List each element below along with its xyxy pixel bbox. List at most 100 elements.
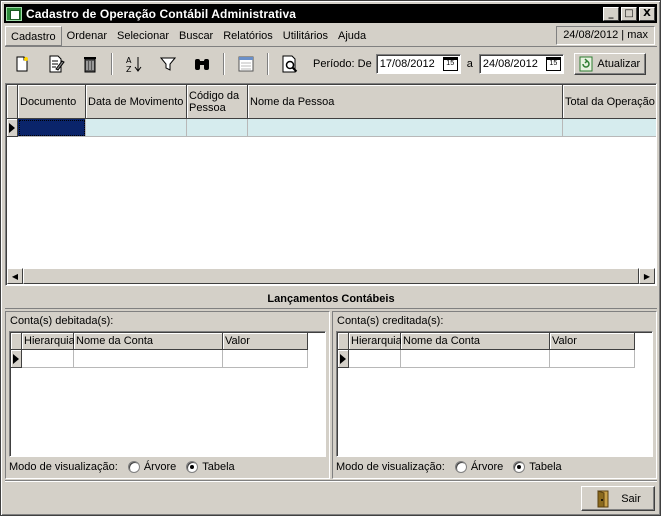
column-header[interactable]: Nome da Conta [401,333,550,350]
table-cell[interactable] [187,119,248,137]
date-from-field[interactable]: 17/08/2012 15 [375,54,461,74]
radio-circle[interactable] [127,461,140,473]
column-header[interactable]: Nome da Pessoa [248,85,563,119]
maximize-button[interactable]: □ [621,6,637,21]
column-header[interactable]: Código da Pessoa [187,85,248,119]
column-header[interactable]: Hierarquia [349,333,402,350]
table-cell[interactable] [248,119,563,137]
window-icon[interactable] [235,53,257,75]
table-cell[interactable] [86,119,187,137]
radio-tabela[interactable]: Tabela [513,461,562,473]
refresh-icon [579,56,593,72]
menu-relatorios[interactable]: Relatórios [218,26,278,46]
credit-panel: Conta(s) creditada(s): Hierarquia Nome d… [332,311,657,479]
title-bar[interactable]: Cadastro de Operação Contábil Administra… [4,4,657,23]
app-icon [6,6,22,21]
new-document-icon[interactable] [11,53,33,75]
row-indicator-icon [7,119,18,137]
radio-label: Árvore [470,461,504,473]
column-header[interactable]: Documento [18,85,86,119]
refresh-button[interactable]: Atualizar [573,53,646,75]
radio-arvore[interactable]: Árvore [127,461,177,473]
menu-bar: Cadastro Ordenar Selecionar Buscar Relat… [5,25,657,47]
credit-accounts-grid[interactable]: Hierarquia Nome da Conta Valor [336,331,653,457]
menu-ajuda[interactable]: Ajuda [333,26,371,46]
window-controls: _ □ X [603,6,655,21]
radio-circle[interactable] [454,461,467,473]
radio-label: Tabela [529,461,562,473]
toolbar-separator [267,53,269,75]
exit-button[interactable]: Sair [581,486,655,511]
debit-accounts-grid[interactable]: Hierarquia Nome da Conta Valor [9,331,326,457]
indicator-header [11,333,22,350]
table-cell[interactable] [223,350,308,368]
radio-tabela[interactable]: Tabela [186,461,235,473]
date-to-field[interactable]: 24/08/2012 15 [478,54,564,74]
scroll-right-icon[interactable]: ▶ [639,268,655,284]
debit-panel: Conta(s) debitada(s): Hierarquia Nome da… [5,311,330,479]
refresh-label: Atualizar [597,58,641,70]
view-mode-group: Modo de visualização: Árvore Tabela [336,461,562,473]
radio-arvore[interactable]: Árvore [454,461,504,473]
menu-selecionar[interactable]: Selecionar [112,26,174,46]
credit-panel-label: Conta(s) creditada(s): [337,315,444,327]
calendar-icon[interactable]: 15 [545,57,561,71]
print-preview-icon[interactable] [279,53,301,75]
footer-divider [5,480,657,482]
table-cell[interactable] [349,350,401,368]
binoculars-icon[interactable] [191,53,213,75]
toolbar: AZ Período: De 17/08/2012 15 a 24/08/201… [5,49,657,79]
table-cell[interactable] [401,350,550,368]
radio-circle-selected[interactable] [186,461,199,473]
exit-label: Sair [621,492,641,505]
filter-icon[interactable] [157,53,179,75]
view-mode-group: Modo de visualização: Árvore Tabela [9,461,235,473]
table-cell[interactable] [563,119,656,137]
radio-label: Tabela [202,461,235,473]
minimize-button[interactable]: _ [603,6,619,21]
table-cell[interactable] [550,350,635,368]
status-date-user: 24/08/2012 | max [556,26,655,45]
view-mode-label: Modo de visualização: [336,461,445,473]
column-header[interactable]: Total da Operação [563,85,656,119]
to-label: a [466,58,473,70]
table-row[interactable] [7,119,656,137]
calendar-icon[interactable]: 15 [442,57,458,71]
table-cell[interactable] [22,350,74,368]
date-from-value: 17/08/2012 [379,58,435,70]
grid-header: Hierarquia Nome da Conta Valor [338,333,635,350]
menu-utilitarios[interactable]: Utilitários [278,26,333,46]
row-indicator-icon [338,350,349,368]
table-row[interactable] [11,350,308,368]
column-header[interactable]: Data de Movimento [86,85,187,119]
menu-buscar[interactable]: Buscar [174,26,218,46]
table-cell[interactable] [18,119,86,137]
sort-az-icon[interactable]: AZ [123,53,145,75]
column-header[interactable]: Nome da Conta [74,333,223,350]
close-button[interactable]: X [639,6,655,21]
column-header[interactable]: Valor [550,333,635,350]
indicator-header [338,333,349,350]
table-cell[interactable] [74,350,223,368]
trash-icon[interactable] [79,53,101,75]
toolbar-separator [223,53,225,75]
horizontal-scrollbar[interactable]: ◀ ▶ [7,268,655,284]
main-window: Cadastro de Operação Contábil Administra… [0,0,661,516]
scrollbar-thumb[interactable] [23,268,639,284]
indicator-header [7,85,18,119]
menu-cadastro[interactable]: Cadastro [5,25,62,46]
view-mode-label: Modo de visualização: [9,461,118,473]
door-exit-icon [597,489,609,507]
grid-header: Documento Data de Movimento Código da Pe… [7,85,656,119]
radio-circle-selected[interactable] [513,461,526,473]
table-row[interactable] [338,350,635,368]
column-header[interactable]: Valor [223,333,308,350]
scroll-left-icon[interactable]: ◀ [7,268,23,284]
window-title: Cadastro de Operação Contábil Administra… [26,6,297,21]
operations-grid[interactable]: Documento Data de Movimento Código da Pe… [5,83,657,286]
edit-document-icon[interactable] [45,53,67,75]
svg-text:Z: Z [126,65,132,73]
menu-ordenar[interactable]: Ordenar [62,26,112,46]
radio-label: Árvore [143,461,177,473]
column-header[interactable]: Hierarquia [22,333,75,350]
